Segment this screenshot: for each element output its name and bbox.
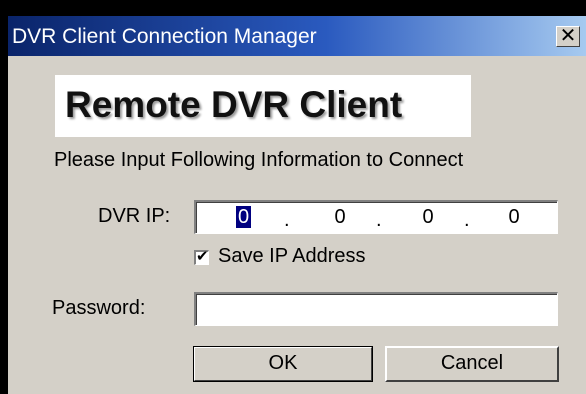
ip-separator: . (464, 209, 470, 231)
banner-title: Remote DVR Client (65, 84, 403, 125)
ip-octet-4[interactable]: 0 (484, 205, 544, 229)
close-button[interactable]: ✕ (556, 26, 580, 47)
dvr-ip-label: DVR IP: (98, 205, 171, 227)
ip-octet-3[interactable]: 0 (398, 205, 458, 229)
ok-button[interactable]: OK (193, 346, 373, 382)
ip-separator: . (376, 209, 382, 231)
close-icon: ✕ (559, 25, 577, 47)
password-label: Password: (52, 297, 146, 319)
dvr-ip-field[interactable]: 0 . 0 . 0 . 0 (194, 200, 558, 234)
title-bar[interactable]: DVR Client Connection Manager ✕ (8, 16, 586, 56)
cancel-button[interactable]: Cancel (385, 346, 559, 382)
ip-octet-2[interactable]: 0 (310, 205, 370, 229)
save-ip-label[interactable]: Save IP Address (218, 244, 366, 268)
dialog-window: DVR Client Connection Manager ✕ Remote D… (8, 16, 586, 394)
password-field[interactable] (194, 292, 558, 326)
window-title: DVR Client Connection Manager (12, 25, 317, 48)
instruction-text: Please Input Following Information to Co… (54, 149, 464, 171)
ip-separator: . (284, 209, 290, 231)
banner-logo: Remote DVR Client (55, 75, 471, 137)
save-ip-checkbox[interactable]: ✔ (194, 248, 209, 265)
checkmark-icon: ✔ (196, 248, 209, 265)
